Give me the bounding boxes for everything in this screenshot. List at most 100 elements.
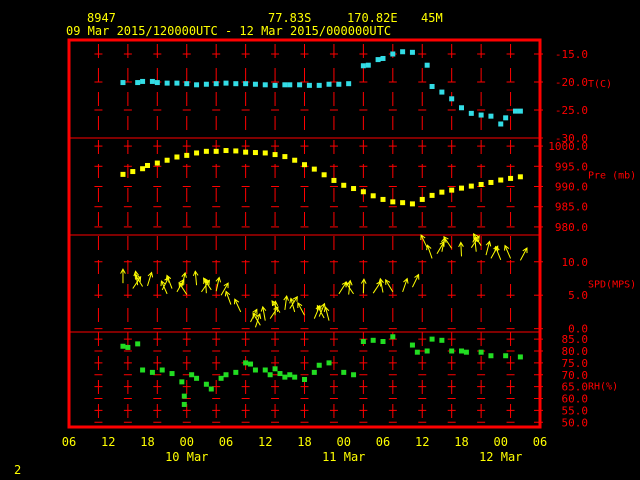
data-point: [203, 81, 209, 87]
x-tick-label: 06: [376, 435, 390, 449]
data-point: [181, 401, 187, 407]
meteogram: -15.0-20.0-25.0-30.0T(C)1000.0995.0990.0…: [62, 38, 636, 464]
x-tick-label: 00: [180, 435, 194, 449]
y-tick-label: -25.0: [555, 104, 588, 117]
data-point: [326, 81, 332, 87]
data-point: [120, 171, 126, 177]
data-point: [429, 192, 435, 198]
data-point: [512, 108, 518, 114]
data-point: [292, 374, 298, 380]
x-tick-label: 18: [140, 435, 154, 449]
data-point: [390, 51, 396, 57]
x-tick-label: 06: [533, 435, 547, 449]
data-point: [243, 81, 249, 87]
x-tick-label: 12: [415, 435, 429, 449]
data-point: [140, 367, 146, 373]
data-point: [292, 157, 298, 163]
data-point: [194, 150, 200, 156]
data-point: [184, 81, 190, 87]
data-point: [365, 62, 371, 68]
data-point: [149, 369, 155, 375]
data-point: [459, 185, 464, 191]
data-point: [272, 366, 278, 372]
data-point: [336, 81, 342, 87]
wind-arrow: [362, 279, 365, 294]
data-point: [233, 81, 239, 87]
day-label: 10 Mar: [165, 450, 208, 464]
data-point: [135, 80, 141, 86]
x-tick-label: 00: [337, 435, 351, 449]
data-point: [174, 80, 180, 86]
data-point: [360, 63, 366, 69]
data-point: [488, 113, 494, 119]
data-point: [164, 157, 170, 163]
data-point: [316, 362, 322, 368]
data-point: [120, 80, 126, 86]
data-point: [400, 200, 406, 206]
x-tick-label: 18: [454, 435, 468, 449]
x-tick-label: 06: [219, 435, 233, 449]
data-point: [233, 148, 239, 154]
data-point: [203, 381, 209, 387]
panel-label: T(C): [588, 79, 612, 90]
data-point: [287, 82, 293, 88]
data-point: [213, 81, 219, 87]
data-point: [203, 148, 209, 154]
data-point: [400, 49, 406, 55]
x-tick-label: 18: [297, 435, 311, 449]
data-point: [478, 112, 484, 118]
y-tick-label: 10.0: [562, 256, 589, 269]
x-tick-label: 12: [258, 435, 272, 449]
data-point: [223, 148, 229, 154]
data-point: [154, 80, 160, 86]
data-point: [282, 154, 288, 160]
data-point: [223, 80, 229, 86]
data-point: [517, 354, 523, 360]
data-point: [135, 341, 141, 347]
data-point: [419, 196, 425, 202]
data-point: [213, 148, 219, 154]
data-point: [380, 55, 386, 61]
y-tick-label: 1000.0: [548, 140, 588, 153]
data-point: [302, 162, 307, 168]
data-point: [449, 96, 455, 102]
data-point: [380, 339, 386, 344]
day-label: 12 Mar: [479, 450, 522, 464]
y-tick-label: 5.0: [568, 289, 588, 302]
data-point: [154, 160, 160, 166]
page-number: 2: [14, 463, 22, 477]
data-point: [145, 162, 150, 168]
data-point: [194, 375, 200, 381]
data-point: [252, 81, 258, 87]
data-point: [159, 367, 165, 373]
data-point: [360, 339, 366, 344]
data-point: [194, 82, 200, 88]
data-point: [478, 181, 484, 187]
data-point: [311, 166, 317, 172]
y-tick-label: 995.0: [555, 160, 588, 173]
day-label: 11 Mar: [322, 450, 365, 464]
data-point: [331, 177, 337, 183]
data-point: [181, 393, 187, 399]
data-point: [503, 115, 509, 121]
x-tick-label: 06: [62, 435, 76, 449]
data-point: [498, 121, 504, 127]
data-point: [218, 375, 224, 381]
data-point: [262, 82, 268, 88]
data-point: [478, 349, 484, 355]
data-point: [351, 372, 357, 378]
data-point: [508, 175, 514, 181]
data-point: [208, 386, 214, 392]
y-tick-label: 990.0: [555, 181, 588, 194]
data-point: [517, 108, 523, 114]
data-point: [282, 82, 288, 88]
data-point: [302, 377, 307, 382]
data-point: [439, 337, 445, 343]
data-point: [174, 154, 180, 160]
data-point: [424, 62, 430, 68]
data-point: [370, 193, 376, 199]
y-tick-label: 985.0: [555, 201, 588, 214]
data-point: [252, 150, 258, 156]
x-tick-label: 12: [101, 435, 115, 449]
data-point: [488, 179, 494, 185]
